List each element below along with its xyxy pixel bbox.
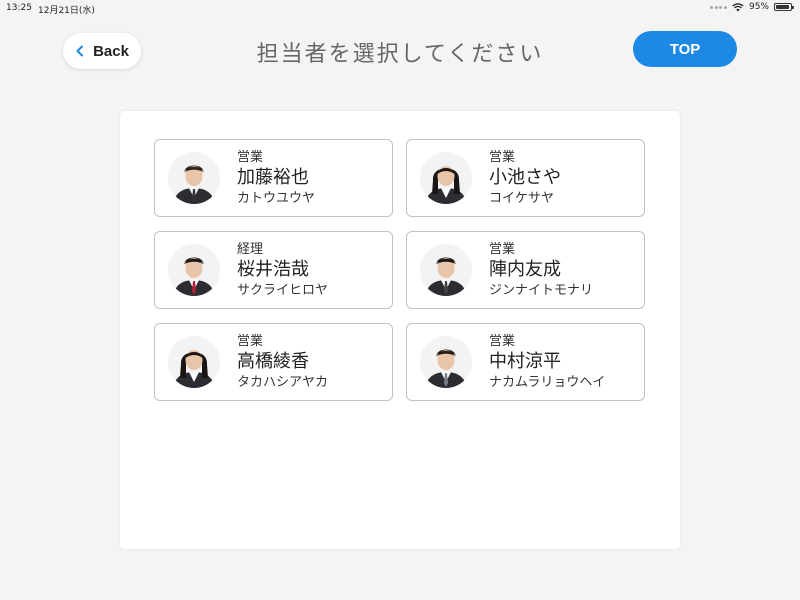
staff-avatar <box>168 244 220 296</box>
staff-name: 桜井浩哉 <box>237 258 309 280</box>
page-title: 担当者を選択してください <box>256 42 544 67</box>
staff-info: 営業 小池さやコイケサヤ <box>489 149 561 208</box>
battery-percent: 95% <box>748 2 769 12</box>
staff-role: 営業 <box>237 333 264 349</box>
signal-icon <box>710 5 727 9</box>
top-button[interactable]: TOP <box>633 31 737 67</box>
staff-avatar <box>420 152 472 204</box>
wifi-icon <box>732 2 744 11</box>
staff-card[interactable]: 営業 中村涼平ナカムラリョウヘイ <box>406 323 645 401</box>
staff-card[interactable]: 営業 高橋綾香タカハシアヤカ <box>154 323 393 401</box>
staff-kana: ナカムラリョウヘイ <box>489 374 606 390</box>
staff-kana: カトウユウヤ <box>237 190 316 206</box>
staff-name: 小池さや <box>489 166 561 188</box>
back-button[interactable]: Back <box>63 33 141 69</box>
staff-name: 高橋綾香 <box>237 350 309 372</box>
status-date: 12月21日(水) <box>38 6 95 16</box>
staff-info: 営業 中村涼平ナカムラリョウヘイ <box>489 333 605 392</box>
person-icon <box>168 152 220 204</box>
staff-avatar <box>168 152 220 204</box>
staff-info: 営業 陣内友成ジンナイトモナリ <box>489 241 593 300</box>
staff-kana: タカハシアヤカ <box>237 374 329 390</box>
status-bar: 13:25 12月21日(水) 95% <box>0 0 800 16</box>
staff-card[interactable]: 営業 小池さやコイケサヤ <box>406 139 645 217</box>
staff-avatar <box>420 244 472 296</box>
person-icon <box>420 244 472 296</box>
staff-grid: 営業 加藤裕也 カトウユウヤ 営業 小池さや コイケサヤ 経理 桜井浩哉 サクライヒロヤ 営業 陣内… <box>154 139 645 401</box>
staff-kana: ジンナイトモナリ <box>489 282 594 298</box>
staff-info: 営業 高橋綾香タカハシアヤカ <box>237 333 328 392</box>
staff-name: 加藤裕也 <box>237 166 309 188</box>
battery-fill <box>776 5 789 9</box>
person-icon <box>420 336 472 388</box>
person-icon <box>168 336 220 388</box>
back-label: Back <box>93 42 129 60</box>
person-icon <box>168 244 220 296</box>
staff-role: 経理 <box>237 241 264 257</box>
person-icon <box>420 152 472 204</box>
staff-panel: 営業 加藤裕也 カトウユウヤ 営業 小池さや コイケサヤ 経理 桜井浩哉 サクライヒロヤ 営業 陣内… <box>120 111 680 549</box>
staff-role: 営業 <box>489 241 516 257</box>
status-time: 13:25 <box>6 3 32 13</box>
staff-card[interactable]: 経理 桜井浩哉サクライヒロヤ <box>154 231 393 309</box>
battery-icon <box>774 3 794 11</box>
staff-avatar <box>420 336 472 388</box>
status-right: 95% <box>710 2 794 12</box>
staff-role: 営業 <box>237 149 264 165</box>
staff-role: 営業 <box>489 149 516 165</box>
staff-card[interactable]: 営業 加藤裕也カトウユウヤ <box>154 139 393 217</box>
screen: 13:25 12月21日(水) 95% Back 担当者を選択してください TO… <box>0 0 800 600</box>
staff-name: 陣内友成 <box>489 258 561 280</box>
chevron-left-icon <box>76 45 84 57</box>
staff-avatar <box>168 336 220 388</box>
staff-role: 営業 <box>489 333 516 349</box>
staff-card[interactable]: 営業 陣内友成ジンナイトモナリ <box>406 231 645 309</box>
staff-kana: サクライヒロヤ <box>237 282 329 298</box>
staff-info: 経理 桜井浩哉サクライヒロヤ <box>237 241 328 300</box>
staff-info: 営業 加藤裕也カトウユウヤ <box>237 149 315 208</box>
staff-name: 中村涼平 <box>489 350 561 372</box>
staff-kana: コイケサヤ <box>489 190 555 206</box>
